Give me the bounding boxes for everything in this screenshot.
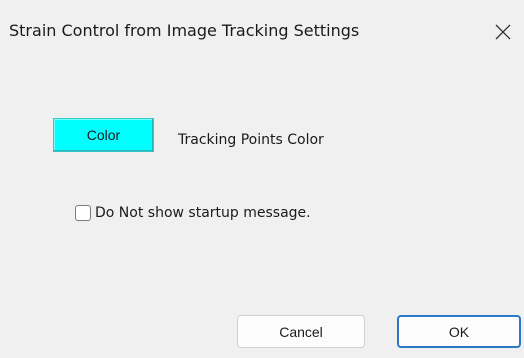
close-button[interactable] <box>484 14 524 50</box>
settings-dialog: Strain Control from Image Tracking Setti… <box>0 0 524 358</box>
startup-message-label: Do Not show startup message. <box>95 205 311 221</box>
startup-message-option[interactable]: Do Not show startup message. <box>75 203 311 223</box>
close-icon <box>495 24 511 40</box>
ok-button[interactable]: OK <box>397 315 521 348</box>
cancel-button[interactable]: Cancel <box>237 315 365 348</box>
dialog-title: Strain Control from Image Tracking Setti… <box>9 21 360 40</box>
startup-message-checkbox[interactable] <box>75 205 91 221</box>
tracking-color-button[interactable]: Color <box>53 118 154 152</box>
tracking-points-color-label: Tracking Points Color <box>178 132 324 148</box>
title-bar: Strain Control from Image Tracking Setti… <box>0 0 524 64</box>
